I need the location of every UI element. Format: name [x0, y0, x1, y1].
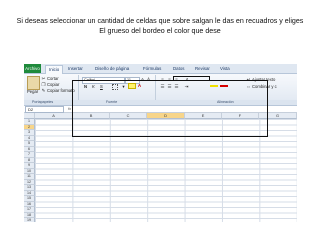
group-label-clipboard: Portapapeles: [32, 100, 54, 104]
tab-file[interactable]: Archivo: [24, 64, 41, 73]
tab-view[interactable]: Vista: [217, 65, 233, 73]
bordered-cell-range[interactable]: [72, 80, 268, 137]
paste-button[interactable]: Pegar: [27, 89, 38, 95]
paste-icon[interactable]: [27, 76, 40, 90]
caption-line-2: El grueso del bordeo el color que dese: [99, 26, 221, 35]
fx-icon[interactable]: fx: [68, 106, 71, 112]
scissors-icon[interactable]: ✂: [41, 76, 46, 81]
format-painter-button[interactable]: Copiar formato: [47, 88, 75, 94]
tab-review[interactable]: Revisar: [192, 65, 213, 73]
tab-page-layout[interactable]: Diseño de página: [92, 65, 132, 73]
name-box[interactable]: D2: [25, 106, 64, 113]
copy-icon[interactable]: ❐: [41, 82, 46, 87]
instruction-caption: Si deseas seleccionar un cantidad de cel…: [0, 17, 320, 37]
tab-formulas[interactable]: Fórmulas: [140, 65, 164, 73]
tab-home[interactable]: Inicio: [45, 65, 64, 74]
row-header[interactable]: 19: [24, 218, 35, 222]
caption-line-1: Si deseas seleccionar un cantidad de cel…: [16, 17, 304, 25]
format-painter-icon[interactable]: ✎: [41, 88, 46, 93]
ribbon-tabs: Archivo Inicio Insertar Diseño de página…: [24, 64, 297, 74]
tab-data[interactable]: Datos: [170, 65, 187, 73]
tab-insert[interactable]: Insertar: [65, 65, 86, 73]
